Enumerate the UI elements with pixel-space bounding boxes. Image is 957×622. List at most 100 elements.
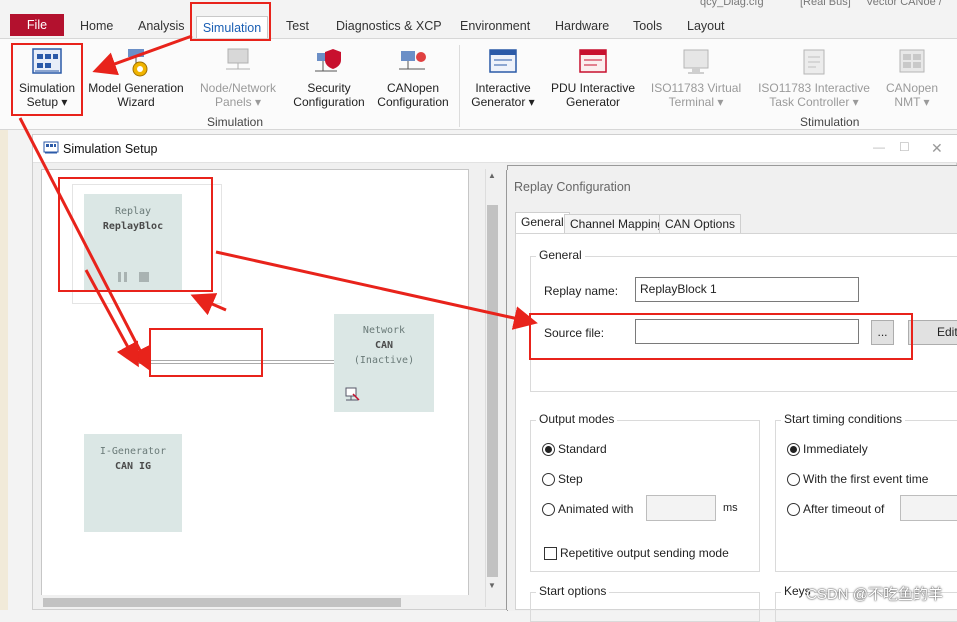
tab-file[interactable]: File xyxy=(10,14,64,36)
task-controller-sublabel: Task Controller ▾ xyxy=(769,95,859,109)
annotation-box-simulation-tab xyxy=(190,2,271,41)
iso11783-task-controller-button[interactable]: ISO11783 Interactive Task Controller ▾ xyxy=(752,47,876,109)
general-group-label: General xyxy=(536,248,585,262)
model-generation-sublabel: Wizard xyxy=(117,95,155,109)
canopen-sublabel: Configuration xyxy=(377,95,449,109)
animation-delay-input[interactable] xyxy=(646,495,716,521)
task-controller-icon xyxy=(798,47,830,77)
network-status-icon xyxy=(344,386,360,405)
animated-label: Animated with xyxy=(558,502,634,516)
ribbon: Simulation Setup ▾ Model Generation Wiza… xyxy=(0,38,957,130)
radio-step[interactable] xyxy=(542,473,555,486)
tab-layout[interactable]: Layout xyxy=(687,19,725,33)
nmt-icon xyxy=(896,47,928,77)
watermark: CSDN @不吃鱼的羊 xyxy=(806,586,943,603)
background-window-edge xyxy=(0,130,8,610)
annotation-box-drop-target xyxy=(149,328,263,377)
scroll-down-arrow-icon[interactable]: ▼ xyxy=(488,581,496,590)
pdu-generator-icon xyxy=(577,47,609,77)
output-modes-label: Output modes xyxy=(536,412,618,426)
start-timing-label: Start timing conditions xyxy=(781,412,906,426)
close-button[interactable]: ✕ xyxy=(931,140,943,157)
tab-test[interactable]: Test xyxy=(286,19,309,33)
after-timeout-label: After timeout of xyxy=(803,502,885,516)
annotation-box-simulation-setup xyxy=(11,43,83,116)
document-title: qcy_Diag.cfg xyxy=(700,0,764,8)
tab-hardware[interactable]: Hardware xyxy=(555,19,609,33)
iso11783-virtual-terminal-button[interactable]: ISO11783 Virtual Terminal ▾ xyxy=(646,47,746,109)
interactive-generator-button[interactable]: Interactive Generator ▾ xyxy=(468,47,538,109)
ribbon-separator xyxy=(459,45,460,127)
security-configuration-button[interactable]: Security Configuration xyxy=(288,47,370,109)
group-label-simulation: Simulation xyxy=(207,115,264,129)
pdu-interactive-generator-button[interactable]: PDU Interactive Generator xyxy=(546,47,640,109)
nmt-sublabel: NMT ▾ xyxy=(894,95,930,109)
security-icon xyxy=(313,47,345,77)
virtual-terminal-sublabel: Terminal ▾ xyxy=(668,95,724,109)
tab-analysis[interactable]: Analysis xyxy=(138,19,185,33)
scroll-up-arrow-icon[interactable]: ▲ xyxy=(488,171,496,180)
radio-after-timeout[interactable] xyxy=(787,503,800,516)
canopen-configuration-button[interactable]: CANopen Configuration xyxy=(374,47,452,109)
node-network-panels-button[interactable]: Node/Network Panels ▾ xyxy=(190,47,286,109)
window-title-bar: Simulation Setup — ☐ ✕ xyxy=(33,135,957,163)
start-options-label: Start options xyxy=(536,584,610,598)
canvas-horizontal-scroll-thumb[interactable] xyxy=(43,598,401,607)
standard-label: Standard xyxy=(558,442,607,456)
task-controller-label: ISO11783 Interactive xyxy=(758,81,870,95)
model-generation-label: Model Generation xyxy=(88,81,184,95)
virtual-terminal-icon xyxy=(680,47,712,77)
window-title: Simulation Setup xyxy=(63,142,158,156)
tab-general[interactable]: General xyxy=(515,212,570,234)
tab-environment[interactable]: Environment xyxy=(460,19,530,33)
edit-button[interactable]: Edit... xyxy=(908,320,957,345)
annotation-box-source-file xyxy=(529,313,913,360)
canopen-icon xyxy=(397,47,429,77)
tab-home[interactable]: Home xyxy=(80,19,113,33)
model-generation-icon xyxy=(120,47,152,77)
tab-can-options[interactable]: CAN Options xyxy=(659,214,742,234)
canopen-nmt-button[interactable]: CANopen NMT ▾ xyxy=(880,47,944,109)
first-event-label: With the first event time xyxy=(803,472,929,486)
tab-tools[interactable]: Tools xyxy=(633,19,662,33)
radio-standard[interactable] xyxy=(542,443,555,456)
annotation-box-replay-block xyxy=(58,177,213,292)
title-bar: qcy_Diag.cfg [Real Bus] Vector CANoe / xyxy=(0,0,957,10)
node-network-sublabel: Panels ▾ xyxy=(214,95,262,109)
radio-animated[interactable] xyxy=(542,503,555,516)
tab-diagnostics-xcp[interactable]: Diagnostics & XCP xyxy=(336,19,442,33)
network-block-state: (Inactive) xyxy=(353,355,415,366)
bus-mode: [Real Bus] xyxy=(800,0,851,8)
network-block[interactable]: Network CAN (Inactive) xyxy=(334,314,434,412)
replay-name-input[interactable]: ReplayBlock 1 xyxy=(635,277,859,302)
general-tab-panel: General Replay name: ReplayBlock 1 Sourc… xyxy=(515,233,957,622)
node-network-label: Node/Network xyxy=(199,81,277,95)
model-generation-wizard-button[interactable]: Model Generation Wizard xyxy=(86,47,186,109)
pdu-generator-label: PDU Interactive xyxy=(550,81,636,95)
network-block-name: CAN xyxy=(374,340,394,351)
tab-channel-mapping[interactable]: Channel Mapping xyxy=(564,214,671,234)
dialog-title: Replay Configuration xyxy=(514,180,631,194)
interactive-generator-sublabel: Generator ▾ xyxy=(471,95,535,109)
timeout-input[interactable] xyxy=(900,495,957,521)
security-sublabel: Configuration xyxy=(293,95,365,109)
minimize-button[interactable]: — xyxy=(873,140,885,154)
app-name: Vector CANoe / xyxy=(866,0,942,8)
ms-unit-label: ms xyxy=(723,502,738,514)
step-label: Step xyxy=(558,472,583,486)
igenerator-block[interactable]: I-Generator CAN IG xyxy=(84,434,182,532)
radio-immediately[interactable] xyxy=(787,443,800,456)
maximize-button[interactable]: ☐ xyxy=(899,140,910,154)
repetitive-output-label: Repetitive output sending mode xyxy=(560,546,729,560)
node-network-panels-icon xyxy=(222,47,254,77)
canopen-label: CANopen xyxy=(386,81,440,95)
security-label: Security xyxy=(307,81,351,95)
network-block-type: Network xyxy=(362,325,406,336)
group-label-stimulation: Stimulation xyxy=(800,115,860,129)
interactive-generator-icon xyxy=(487,47,519,77)
virtual-terminal-label: ISO11783 Virtual xyxy=(650,81,742,95)
nmt-label: CANopen xyxy=(885,81,939,95)
canvas-vertical-scroll-thumb[interactable] xyxy=(487,205,498,577)
repetitive-output-checkbox[interactable] xyxy=(544,547,557,560)
radio-first-event[interactable] xyxy=(787,473,800,486)
